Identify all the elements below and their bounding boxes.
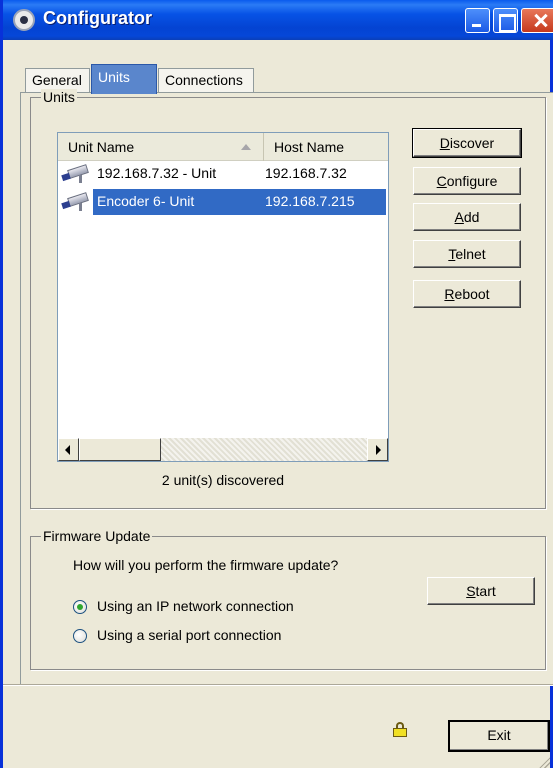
reboot-button[interactable]: Reboot — [413, 280, 521, 308]
configurator-window: Configurator General Connections Units U… — [0, 0, 553, 768]
sort-ascending-icon — [241, 144, 251, 150]
units-list[interactable]: Unit Name Host Name 192.168.7.32 - Unit … — [57, 132, 389, 462]
host-name-cell: 192.168.7.32 — [265, 165, 347, 181]
add-button[interactable]: Add — [413, 203, 521, 231]
resize-grip-icon[interactable] — [538, 756, 550, 768]
window-title: Configurator — [43, 8, 152, 28]
radio-ip-label: Using an IP network connection — [97, 598, 294, 614]
lock-icon — [393, 722, 407, 737]
radio-unchecked-icon[interactable] — [73, 629, 87, 643]
list-row[interactable]: 192.168.7.32 - Unit 192.168.7.32 — [58, 161, 388, 187]
close-button[interactable] — [521, 8, 553, 33]
title-bar[interactable]: Configurator — [3, 0, 553, 40]
configure-button[interactable]: Configure — [413, 167, 521, 195]
footer-separator — [3, 684, 553, 686]
radio-serial-port[interactable]: Using a serial port connection — [73, 627, 281, 643]
units-group-label: Units — [41, 89, 77, 105]
camera-icon — [61, 164, 90, 183]
telnet-button[interactable]: Telnet — [413, 240, 521, 268]
column-header-unit-name[interactable]: Unit Name — [58, 133, 264, 161]
unit-name-cell: Encoder 6- Unit — [97, 193, 195, 209]
minimize-button[interactable] — [465, 8, 490, 33]
radio-ip-network[interactable]: Using an IP network connection — [73, 598, 294, 614]
start-button[interactable]: Start — [427, 577, 535, 605]
discover-button[interactable]: Discover — [412, 128, 522, 158]
scroll-thumb[interactable] — [79, 438, 161, 461]
tab-connections[interactable]: Connections — [158, 68, 254, 92]
radio-checked-icon[interactable] — [73, 600, 87, 614]
firmware-question: How will you perform the firmware update… — [73, 557, 339, 573]
maximize-button[interactable] — [493, 8, 518, 33]
app-icon[interactable] — [13, 9, 35, 31]
list-row-selected[interactable]: Encoder 6- Unit 192.168.7.215 — [58, 189, 388, 215]
firmware-group-label: Firmware Update — [41, 528, 153, 544]
exit-button[interactable]: Exit — [448, 720, 550, 752]
scroll-left-button[interactable] — [58, 438, 79, 461]
tab-units[interactable]: Units — [91, 64, 157, 94]
host-name-cell: 192.168.7.215 — [265, 193, 355, 209]
scroll-right-button[interactable] — [367, 438, 388, 461]
horizontal-scrollbar[interactable] — [58, 438, 388, 461]
unit-name-cell: 192.168.7.32 - Unit — [97, 165, 217, 181]
column-header-host-name[interactable]: Host Name — [264, 133, 388, 161]
list-header: Unit Name Host Name — [58, 133, 388, 161]
discovered-count: 2 unit(s) discovered — [161, 472, 285, 488]
camera-icon — [61, 192, 90, 211]
radio-serial-label: Using a serial port connection — [97, 627, 282, 643]
